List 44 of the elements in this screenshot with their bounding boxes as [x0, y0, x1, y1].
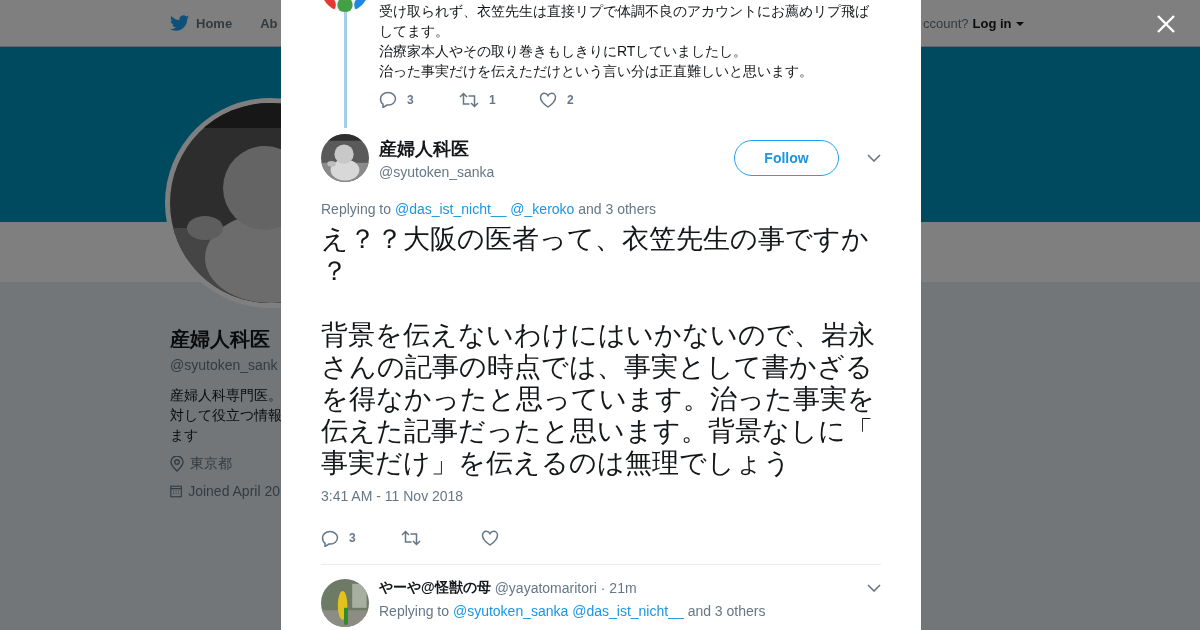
mention-link[interactable]: @_keroko [510, 201, 575, 217]
tweet-text: 治った事実だけを伝えただけという言い分は正直難しいと思います。 [379, 62, 814, 81]
profile-name: 産婦人科医 [170, 327, 271, 352]
profile-handle: @syutoken_sank [170, 357, 279, 373]
nav-link[interactable]: Ab [260, 15, 278, 31]
replying-to-text: Replying to @das_ist_nicht__ @_keroko and 3 others [321, 201, 658, 217]
reply-icon[interactable] [321, 529, 339, 547]
tweet-time: · 21m [600, 580, 637, 596]
replying-to-text: Replying to @syutoken_sanka @das_ist_nicht__ and 3 others [379, 603, 767, 619]
profile-location: 東京都 [190, 455, 232, 473]
reply-icon[interactable] [379, 91, 397, 108]
tweet-text: 背景を伝えないわけにはいかないので、岩永さんの記事の時点では、事実として書かざるを得なかったと思っています。治った事実を伝えた記事だったと思います。背景なしに「事実だけ」を伝えるのは無理でしょう [321, 319, 876, 479]
author-name: やーや@怪獣の母 [379, 579, 491, 597]
author-name: 産婦人科医 [379, 137, 470, 161]
follow-button[interactable]: Follow [734, 140, 839, 176]
bird-icon [170, 14, 190, 32]
tweet-text: 治療家本人やその取り巻きもしきりにRTしていましたし。 [379, 42, 749, 61]
close-icon[interactable] [1156, 14, 1176, 34]
location-pin-icon [170, 456, 184, 472]
caret-icon [1015, 21, 1024, 26]
profile-bio: 産婦人科専門医。 対して役立つ情報 ます [170, 386, 280, 445]
tweet-text: え？？大阪の医者って、衣笠先生の事ですか？ [321, 223, 870, 287]
calendar-icon [170, 483, 183, 499]
chevron-icon[interactable] [867, 154, 881, 162]
action-count: 3 [349, 531, 356, 545]
retweet-icon[interactable] [401, 530, 421, 546]
action-count: 2 [567, 92, 574, 107]
tweet-text: 受け取られず、衣笠先生は直接リプで体調不良のアカウントにお薦めリプ飛ばしてます。 [379, 2, 870, 41]
heart-icon[interactable] [539, 91, 557, 108]
author-handle: @yayatomaritori [494, 580, 597, 596]
action-count: 3 [407, 92, 414, 107]
nav-link[interactable]: Home [170, 14, 233, 32]
retweet-icon[interactable] [459, 91, 479, 108]
mention-link[interactable]: @das_ist_nicht__ [394, 201, 507, 217]
login-prompt: ccount? [923, 16, 969, 31]
mention-link[interactable]: @das_ist_nicht__ [572, 603, 684, 619]
chevron-icon[interactable] [867, 584, 881, 592]
mention-link[interactable]: @syutoken_sanka [452, 603, 569, 619]
tweet-timestamp: 3:41 AM - 11 Nov 2018 [321, 488, 465, 504]
login-link[interactable]: Log in [972, 16, 1012, 31]
action-count: 1 [489, 92, 496, 107]
author-handle: @syutoken_sanka [379, 163, 496, 180]
heart-icon[interactable] [481, 530, 499, 546]
profile-joined: Joined April 20 [188, 483, 280, 499]
